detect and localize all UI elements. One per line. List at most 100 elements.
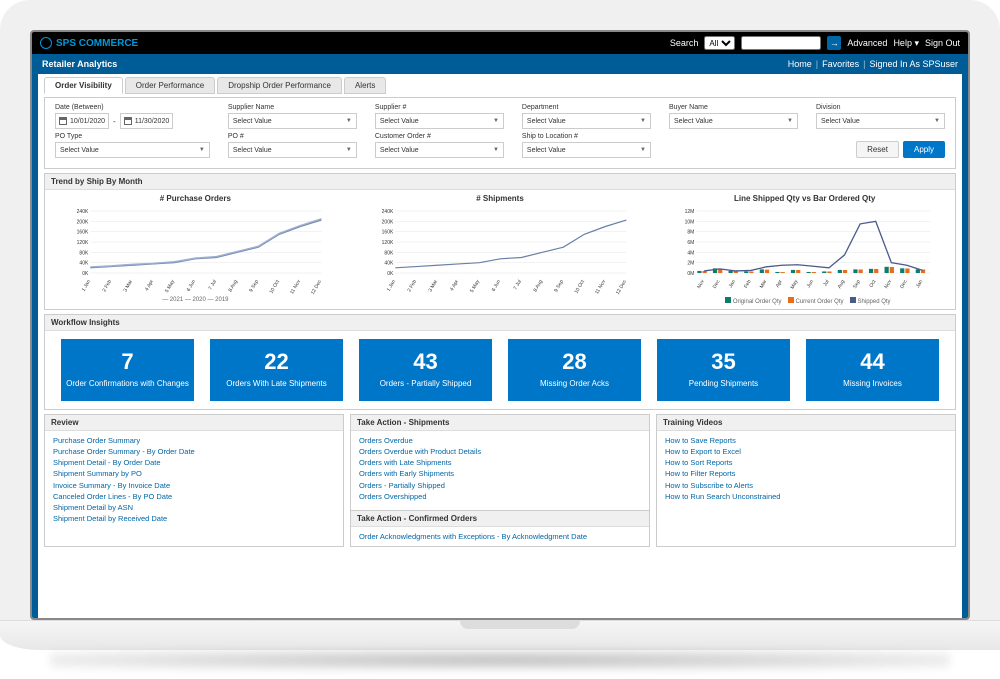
kpi-value: 35 <box>661 349 786 375</box>
workflow-header: Workflow Insights <box>45 315 955 331</box>
tab-0[interactable]: Order Visibility <box>44 77 123 94</box>
report-link[interactable]: Orders with Late Shipments <box>359 457 641 468</box>
help-menu[interactable]: Help ▾ <box>893 38 919 49</box>
calendar-icon <box>124 117 132 125</box>
svg-text:6M: 6M <box>688 240 695 246</box>
kpi-tile[interactable]: 22Orders With Late Shipments <box>210 339 343 401</box>
svg-text:6 Jun: 6 Jun <box>186 279 197 293</box>
kpi-value: 43 <box>363 349 488 375</box>
svg-text:2 Feb: 2 Feb <box>406 279 418 293</box>
date-from-input[interactable]: 10/01/2020 <box>55 113 109 129</box>
svg-text:4M: 4M <box>688 250 695 256</box>
svg-text:200K: 200K <box>77 219 89 225</box>
chart-title: # Purchase Orders <box>53 194 338 203</box>
search-scope-select[interactable]: All <box>704 36 735 50</box>
svg-text:12 Dec: 12 Dec <box>310 279 323 295</box>
svg-text:1 Jan: 1 Jan <box>385 279 396 293</box>
svg-text:5 May: 5 May <box>469 279 481 294</box>
training-col: Training Videos How to Save ReportsHow t… <box>656 414 956 548</box>
customer-order-select[interactable]: Select Value▼ <box>375 142 504 158</box>
report-link[interactable]: How to Sort Reports <box>665 457 947 468</box>
brand-text: SPS COMMERCE <box>56 38 138 49</box>
kpi-tile[interactable]: 44Missing Invoices <box>806 339 939 401</box>
svg-text:12 Dec: 12 Dec <box>615 279 628 295</box>
review-header: Review <box>45 415 343 431</box>
svg-text:Jan: Jan <box>728 279 737 289</box>
report-link[interactable]: Orders Overshipped <box>359 491 641 502</box>
tab-1[interactable]: Order Performance <box>125 77 215 94</box>
tab-2[interactable]: Dropship Order Performance <box>217 77 342 94</box>
chart-title: # Shipments <box>358 194 643 203</box>
favorites-link[interactable]: Favorites <box>822 59 859 69</box>
supplier-no-select[interactable]: Select Value▼ <box>375 113 504 129</box>
report-link[interactable]: How to Save Reports <box>665 435 947 446</box>
svg-text:Dec: Dec <box>712 279 722 290</box>
report-link[interactable]: Purchase Order Summary <box>53 435 335 446</box>
svg-text:40K: 40K <box>384 261 394 267</box>
chevron-down-icon: ▼ <box>346 147 352 153</box>
report-link[interactable]: Invoice Summary - By Invoice Date <box>53 480 335 491</box>
report-link[interactable]: How to Filter Reports <box>665 468 947 479</box>
search-label: Search <box>670 38 699 48</box>
svg-text:9 Sep: 9 Sep <box>248 279 260 294</box>
ship-to-select[interactable]: Select Value▼ <box>522 142 651 158</box>
supplier-name-select[interactable]: Select Value▼ <box>228 113 357 129</box>
buyer-name-select[interactable]: Select Value▼ <box>669 113 798 129</box>
svg-text:80K: 80K <box>384 250 394 256</box>
search-go-button[interactable]: → <box>827 36 841 50</box>
report-link[interactable]: Orders - Partially Shipped <box>359 480 641 491</box>
chart: Line Shipped Qty vs Bar Ordered Qty0M2M4… <box>662 194 947 305</box>
report-link[interactable]: Shipment Detail by ASN <box>53 502 335 513</box>
kpi-value: 28 <box>512 349 637 375</box>
report-link[interactable]: How to Export to Excel <box>665 446 947 457</box>
date-to-input[interactable]: 11/30/2020 <box>120 113 174 129</box>
signout-link[interactable]: Sign Out <box>925 38 960 48</box>
page-title: Retailer Analytics <box>42 59 117 69</box>
svg-text:11 Nov: 11 Nov <box>594 279 607 295</box>
svg-text:4 Apr: 4 Apr <box>144 279 155 292</box>
po-type-select[interactable]: Select Value▼ <box>55 142 210 158</box>
kpi-tile[interactable]: 35Pending Shipments <box>657 339 790 401</box>
report-link[interactable]: Shipment Summary by PO <box>53 468 335 479</box>
division-select[interactable]: Select Value▼ <box>816 113 945 129</box>
report-link[interactable]: Order Acknowledgments with Exceptions - … <box>359 531 641 542</box>
report-link[interactable]: How to Subscribe to Alerts <box>665 480 947 491</box>
svg-text:200K: 200K <box>381 219 393 225</box>
kpi-label: Orders - Partially Shipped <box>363 379 488 389</box>
tab-3[interactable]: Alerts <box>344 77 386 94</box>
kpi-tile[interactable]: 7Order Confirmations with Changes <box>61 339 194 401</box>
chevron-down-icon: ▼ <box>934 118 940 124</box>
svg-text:0M: 0M <box>688 271 695 277</box>
report-link[interactable]: Shipment Detail - By Order Date <box>53 457 335 468</box>
svg-text:6 Jun: 6 Jun <box>490 279 501 293</box>
report-link[interactable]: Shipment Detail by Received Date <box>53 513 335 524</box>
svg-text:2 Feb: 2 Feb <box>101 279 113 293</box>
chart-legend: Original Order QtyCurrent Order QtyShipp… <box>662 297 947 305</box>
report-link[interactable]: Purchase Order Summary - By Order Date <box>53 446 335 457</box>
advanced-link[interactable]: Advanced <box>847 38 887 48</box>
report-link[interactable]: Orders Overdue with Product Details <box>359 446 641 457</box>
svg-text:0K: 0K <box>387 271 394 277</box>
svg-text:4 Apr: 4 Apr <box>449 279 460 292</box>
trend-header: Trend by Ship By Month <box>45 174 955 190</box>
topbar: SPS COMMERCE Search All → Advanced Help … <box>32 32 968 54</box>
report-link[interactable]: Orders with Early Shipments <box>359 468 641 479</box>
svg-text:8M: 8M <box>688 230 695 236</box>
report-link[interactable]: Orders Overdue <box>359 435 641 446</box>
svg-text:160K: 160K <box>77 230 89 236</box>
apply-button[interactable]: Apply <box>903 141 945 158</box>
reset-button[interactable]: Reset <box>856 141 899 158</box>
svg-text:3 Mar: 3 Mar <box>427 279 439 293</box>
department-select[interactable]: Select Value▼ <box>522 113 651 129</box>
report-link[interactable]: Canceled Order Lines - By PO Date <box>53 491 335 502</box>
training-header: Training Videos <box>657 415 955 431</box>
kpi-tile[interactable]: 28Missing Order Acks <box>508 339 641 401</box>
kpi-tile[interactable]: 43 Orders - Partially Shipped <box>359 339 492 401</box>
svg-text:9 Sep: 9 Sep <box>553 279 565 294</box>
home-link[interactable]: Home <box>788 59 812 69</box>
svg-text:5 May: 5 May <box>164 279 176 294</box>
report-link[interactable]: How to Run Search Unconstrained <box>665 491 947 502</box>
po-no-select[interactable]: Select Value▼ <box>228 142 357 158</box>
signed-in-label: Signed In As SPSuser <box>869 59 958 69</box>
search-input[interactable] <box>741 36 821 50</box>
